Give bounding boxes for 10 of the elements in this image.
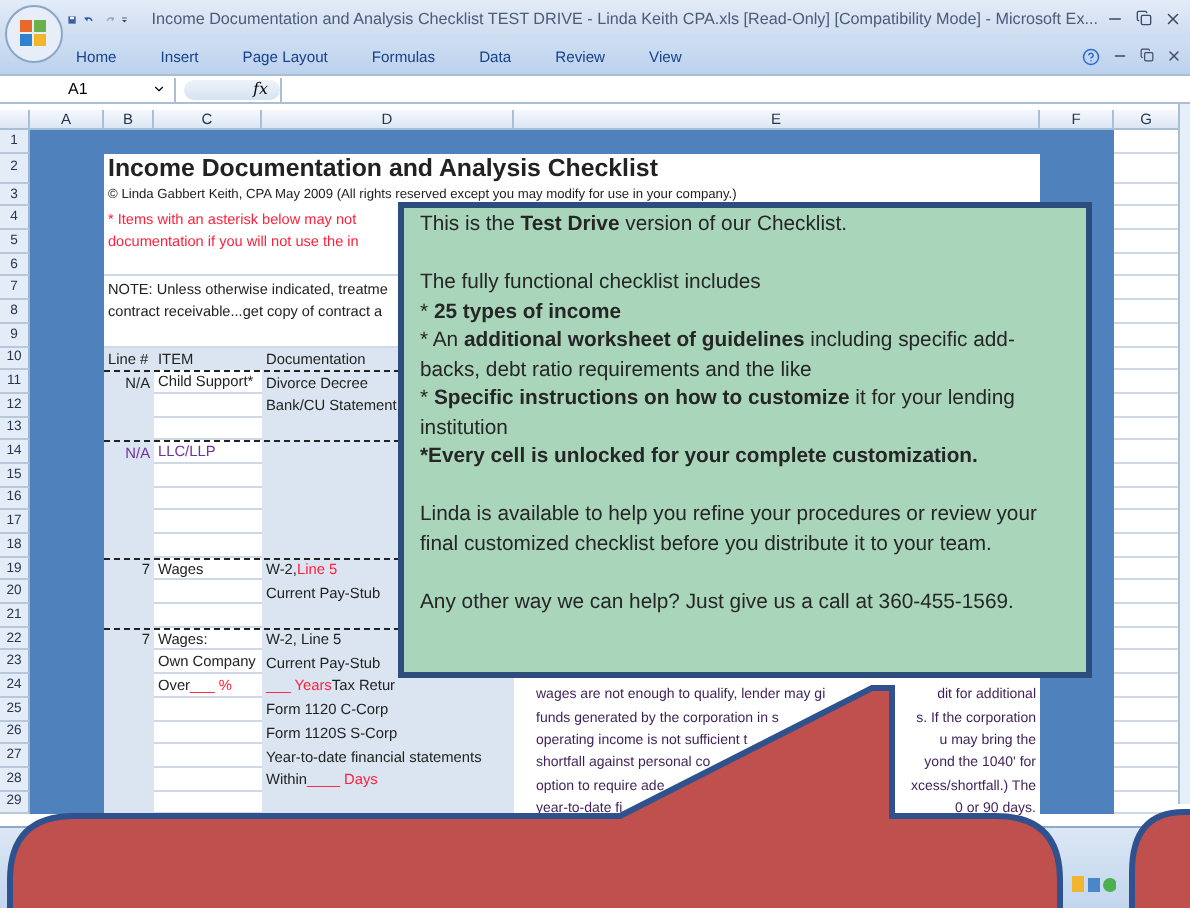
callout-text: * 25 types of income [420, 299, 623, 327]
callout-text: * Specific instructions on how to customize it for your lending institution [420, 386, 1017, 443]
callout-text: Any other way we can help? Just give us a call at 360-455-1569. [420, 589, 1016, 617]
insert-function-button[interactable]: fx [184, 79, 280, 99]
callout-text: *Every cell is unlocked for your complete customization. [420, 444, 980, 472]
sheet-title: Income Documentation and Analysis Checklist [104, 153, 1040, 184]
callout-text: Linda is available to help you refine your procedures or review your final customized checklist before you distribute it to your team. [420, 502, 1039, 559]
window-title: Income Documentation and Analysis Checklist TEST DRIVE - Linda Keith CPA.xls [Read-Only] [Compatibility Mode] - Microsoft Ex... [151, 10, 1098, 28]
callout-text: The fully functional checklist includes [420, 270, 763, 298]
name-box[interactable]: A1 [0, 77, 176, 101]
